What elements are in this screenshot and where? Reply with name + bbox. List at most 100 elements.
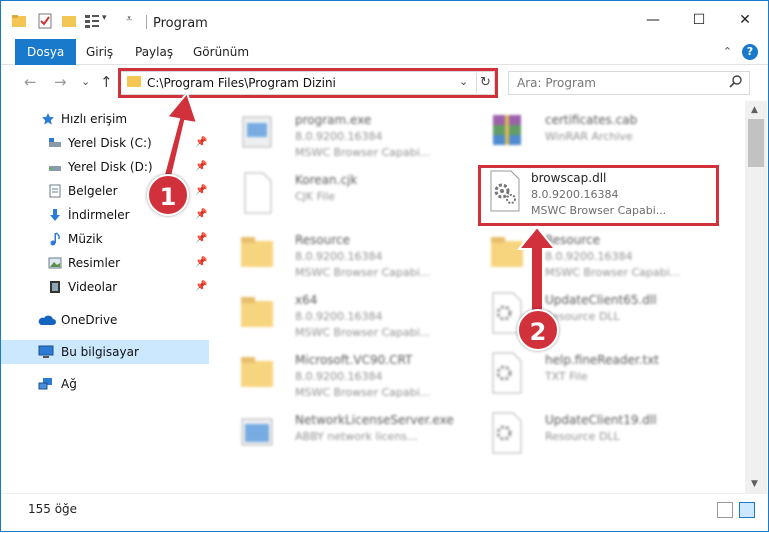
dll-gear-icon bbox=[492, 412, 522, 454]
customize-toolbar-icon[interactable]: ⩡ bbox=[126, 12, 132, 26]
pin-icon[interactable]: 📌 bbox=[195, 179, 207, 203]
file-item[interactable]: Microsoft.VC90.CRT 8.0.9200.16384 MSWC B… bbox=[217, 347, 457, 405]
sidebar-item-label: Videolar bbox=[68, 280, 118, 294]
view-details-icon[interactable] bbox=[84, 13, 100, 29]
status-bar: 155 öğe bbox=[1, 493, 768, 531]
minimize-button[interactable]: — bbox=[630, 1, 676, 39]
file-detail: ABBY network licens... bbox=[295, 430, 418, 443]
tab-share[interactable]: Paylaş bbox=[123, 39, 185, 65]
file-detail: MSWC Browser Capabi... bbox=[295, 266, 431, 279]
item-count: 155 öğe bbox=[28, 502, 78, 516]
file-name: certificates.cab bbox=[545, 113, 638, 127]
file-item[interactable]: Resource 8.0.9200.16384 MSWC Browser Cap… bbox=[217, 227, 457, 285]
sidebar-item-network[interactable]: Ağ bbox=[1, 372, 209, 396]
explorer-window: ▾ ⩡ Program — ☐ ✕ Dosya Giriş Paylaş Gör… bbox=[0, 0, 769, 532]
scroll-up-icon[interactable]: ▲ bbox=[751, 105, 758, 115]
file-item[interactable]: help.fineReader.txt TXT File bbox=[467, 347, 707, 405]
file-item[interactable]: x64 8.0.9200.16384 MSWC Browser Capabi..… bbox=[217, 287, 457, 345]
sidebar-item-label: Belgeler bbox=[68, 184, 118, 198]
scroll-down-icon[interactable]: ▼ bbox=[751, 479, 758, 489]
sidebar-item-label: OneDrive bbox=[61, 313, 118, 327]
file-name: Resource bbox=[545, 233, 601, 247]
file-name: program.exe bbox=[295, 113, 372, 127]
step-badge-1: 1 bbox=[147, 174, 189, 216]
navigation-bar: ← → ⌄ ↑ C:\Program Files\Program Dizini … bbox=[1, 65, 768, 101]
highlight-box-browscap bbox=[478, 165, 719, 226]
file-icon bbox=[244, 172, 272, 214]
drive-icon bbox=[49, 138, 61, 147]
folder-icon bbox=[12, 15, 26, 27]
pin-icon[interactable]: 📌 bbox=[195, 203, 207, 227]
sidebar-item-quick-access[interactable]: Hızlı erişim bbox=[1, 107, 209, 131]
file-detail: CJK File bbox=[295, 190, 336, 203]
sidebar-item-this-pc[interactable]: Bu bilgisayar bbox=[1, 340, 209, 364]
file-item[interactable]: NetworkLicenseServer.exe ABBY network li… bbox=[217, 407, 457, 465]
file-item[interactable]: UpdateClient19.dll Resource DLL bbox=[467, 407, 707, 465]
collapse-ribbon-icon[interactable]: ⌃ bbox=[723, 45, 732, 58]
network-icon bbox=[38, 378, 52, 390]
scrollbar-thumb[interactable] bbox=[748, 119, 764, 167]
file-item[interactable]: certificates.cab WinRAR Archive bbox=[467, 107, 707, 165]
window-title: Program bbox=[153, 16, 208, 31]
file-detail: WinRAR Archive bbox=[545, 130, 633, 143]
vertical-scrollbar[interactable]: ▲ ▼ bbox=[745, 101, 767, 493]
txt-icon bbox=[492, 352, 522, 394]
ribbon-tabs: Dosya Giriş Paylaş Görünüm ⌃ ? bbox=[1, 39, 768, 65]
tab-home[interactable]: Giriş bbox=[74, 39, 125, 65]
sidebar-item-label: Müzik bbox=[68, 232, 103, 246]
sidebar-item-label: Yerel Disk (D:) bbox=[68, 160, 153, 174]
file-item[interactable]: UpdateClient65.dll Resource DLL bbox=[467, 287, 707, 345]
file-item[interactable]: Korean.cjk CJK File bbox=[217, 167, 457, 225]
pin-icon[interactable]: 📌 bbox=[195, 275, 207, 299]
sidebar-item-label: Resimler bbox=[68, 256, 121, 270]
tiles-view-icon[interactable] bbox=[739, 502, 755, 518]
details-view-icon[interactable] bbox=[717, 502, 733, 518]
search-icon[interactable] bbox=[729, 74, 743, 92]
computer-icon bbox=[38, 345, 54, 358]
sidebar-item-pictures[interactable]: Resimler 📌 bbox=[1, 251, 209, 275]
title-separator bbox=[146, 15, 147, 29]
folder-icon bbox=[241, 237, 273, 267]
pin-icon[interactable]: 📌 bbox=[195, 155, 207, 179]
file-item[interactable]: program.exe 8.0.9200.16384 MSWC Browser … bbox=[217, 107, 457, 165]
file-name: Resource bbox=[295, 233, 351, 247]
cloud-icon bbox=[38, 315, 56, 325]
sidebar-item-videos[interactable]: Videolar 📌 bbox=[1, 275, 209, 299]
tab-view[interactable]: Görünüm bbox=[181, 39, 261, 65]
file-detail: MSWC Browser Capabi... bbox=[545, 266, 681, 279]
star-icon bbox=[42, 113, 54, 125]
file-detail: 8.0.9200.16384 bbox=[295, 370, 383, 383]
sidebar-item-label: Hızlı erişim bbox=[61, 112, 128, 126]
close-button[interactable]: ✕ bbox=[722, 1, 768, 39]
archive-icon bbox=[493, 115, 521, 145]
file-detail: Resource DLL bbox=[545, 430, 620, 443]
help-icon[interactable]: ? bbox=[742, 44, 758, 60]
pin-icon[interactable]: 📌 bbox=[195, 227, 207, 251]
file-name: UpdateClient19.dll bbox=[545, 413, 657, 427]
navigation-pane: Hızlı erişim Yerel Disk (C:) 📌 Yerel Dis… bbox=[1, 101, 209, 493]
sidebar-item-onedrive[interactable]: OneDrive bbox=[1, 308, 209, 332]
pin-icon[interactable]: 📌 bbox=[195, 251, 207, 275]
sidebar-item-local-disk-d[interactable]: Yerel Disk (D:) 📌 bbox=[1, 155, 209, 179]
properties-icon[interactable] bbox=[37, 13, 53, 29]
folder-icon bbox=[491, 237, 523, 267]
chevron-down-icon[interactable]: ▾ bbox=[102, 13, 107, 23]
back-button[interactable]: ← bbox=[24, 73, 37, 91]
new-folder-icon[interactable] bbox=[61, 13, 77, 29]
sidebar-item-local-disk-c[interactable]: Yerel Disk (C:) 📌 bbox=[1, 131, 209, 155]
forward-button[interactable]: → bbox=[54, 73, 67, 91]
tab-file[interactable]: Dosya bbox=[15, 39, 77, 65]
music-icon bbox=[50, 232, 60, 246]
search-box[interactable]: Ara: Program bbox=[508, 71, 750, 95]
file-detail: TXT File bbox=[545, 370, 588, 383]
file-name: Microsoft.VC90.CRT bbox=[295, 353, 413, 367]
sidebar-item-music[interactable]: Müzik 📌 bbox=[1, 227, 209, 251]
maximize-button[interactable]: ☐ bbox=[676, 1, 722, 39]
pin-icon[interactable]: 📌 bbox=[195, 131, 207, 155]
file-item[interactable]: Resource 8.0.9200.16384 MSWC Browser Cap… bbox=[467, 227, 707, 285]
up-button[interactable]: ↑ bbox=[100, 73, 113, 91]
file-list: program.exe 8.0.9200.16384 MSWC Browser … bbox=[209, 101, 745, 493]
recent-locations-button[interactable]: ⌄ bbox=[81, 75, 90, 88]
file-detail: 8.0.9200.16384 bbox=[295, 130, 383, 143]
drive-icon bbox=[49, 166, 61, 171]
